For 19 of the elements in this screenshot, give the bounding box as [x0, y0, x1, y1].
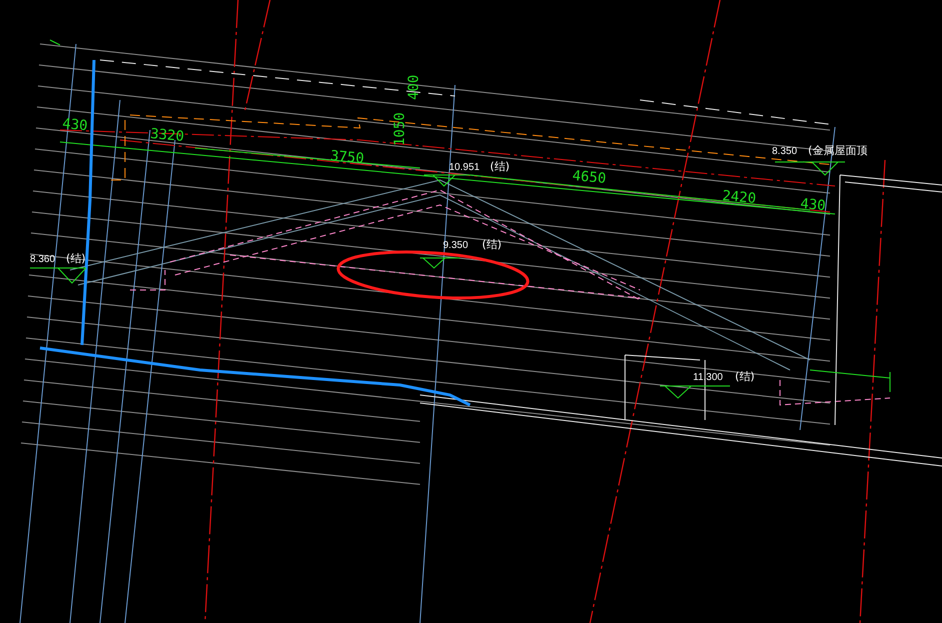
elevation-note: (结)	[735, 370, 755, 383]
elevation-marker-icon	[660, 386, 730, 399]
elevation-value: 8.350	[772, 146, 798, 157]
dimension-label: 2420	[722, 188, 757, 207]
elevation-note: (结)	[66, 252, 86, 265]
elevation-marker-icon	[420, 258, 460, 269]
dimension-label: 430	[800, 196, 826, 214]
dimension-label: 430	[62, 116, 88, 134]
dimension-label: 3750	[330, 148, 365, 167]
dimension-label: 4650	[572, 168, 607, 187]
elevation-note: (结)	[482, 238, 502, 251]
dimension-label: 3320	[150, 126, 185, 145]
dimension-label: 400	[406, 74, 422, 100]
elevation-marker-icon	[774, 162, 846, 176]
elevation-marker-icon	[30, 268, 86, 284]
elevation-value: 8.360	[30, 254, 56, 265]
dimension-label: 1050	[392, 112, 408, 146]
elevation-note: (结)	[490, 160, 510, 173]
elevation-marker-icon	[424, 174, 470, 187]
